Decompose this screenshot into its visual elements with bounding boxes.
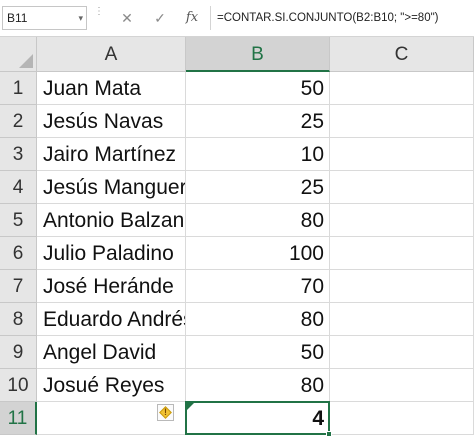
error-indicator-icon <box>187 403 194 410</box>
exclamation-icon: ! <box>164 407 167 417</box>
row-header-11[interactable]: 11 <box>0 402 37 435</box>
row-header-4[interactable]: 4 <box>0 171 37 204</box>
cell-c11[interactable] <box>330 402 474 435</box>
cell-a8[interactable]: Eduardo Andrés <box>37 303 186 336</box>
cell-a1[interactable]: Juan Mata <box>37 72 186 105</box>
select-all-icon <box>19 54 33 68</box>
row-header-6[interactable]: 6 <box>0 237 37 270</box>
formula-input[interactable]: =CONTAR.SI.CONJUNTO(B2:B10; ">=80") <box>210 6 474 30</box>
cell-c2[interactable] <box>330 105 474 138</box>
cell-b9[interactable]: 50 <box>186 336 330 369</box>
cell-c5[interactable] <box>330 204 474 237</box>
cell-a2[interactable]: Jesús Navas <box>37 105 186 138</box>
cell-b6[interactable]: 100 <box>186 237 330 270</box>
drag-handle-icon[interactable]: ⋮ <box>94 7 104 27</box>
row-header-3[interactable]: 3 <box>0 138 37 171</box>
warning-icon[interactable]: ! <box>157 404 174 421</box>
row-header-10[interactable]: 10 <box>0 369 37 402</box>
cell-a10[interactable]: Josué Reyes <box>37 369 186 402</box>
cell-c6[interactable] <box>330 237 474 270</box>
row-header-8[interactable]: 8 <box>0 303 37 336</box>
cell-b10[interactable]: 80 <box>186 369 330 402</box>
insert-function-icon[interactable]: fx <box>180 6 204 30</box>
cell-c9[interactable] <box>330 336 474 369</box>
formula-bar: B11 ▾ ⋮ ✕ ✓ fx =CONTAR.SI.CONJUNTO(B2:B1… <box>0 0 474 37</box>
cell-a3[interactable]: Jairo Martínez <box>37 138 186 171</box>
cell-b7[interactable]: 70 <box>186 270 330 303</box>
spreadsheet-grid: A B C 1 Juan Mata 50 2 Jesús Navas 25 3 Jairo Mart… <box>0 37 474 443</box>
cell-b1[interactable]: 50 <box>186 72 330 105</box>
column-header-b[interactable]: B <box>186 37 330 72</box>
cell-b4[interactable]: 25 <box>186 171 330 204</box>
cell-c10[interactable] <box>330 369 474 402</box>
fill-handle[interactable] <box>326 431 332 437</box>
cell-a9[interactable]: Angel David <box>37 336 186 369</box>
row-header-1[interactable]: 1 <box>0 72 37 105</box>
column-header-a[interactable]: A <box>37 37 186 72</box>
cell-c4[interactable] <box>330 171 474 204</box>
name-box-value: B11 <box>7 11 28 25</box>
row-header-5[interactable]: 5 <box>0 204 37 237</box>
cell-a5[interactable]: Antonio Balzano <box>37 204 186 237</box>
cell-c3[interactable] <box>330 138 474 171</box>
check-icon[interactable]: ✓ <box>148 6 172 30</box>
cell-b5[interactable]: 80 <box>186 204 330 237</box>
select-all-button[interactable] <box>0 37 37 72</box>
column-header-c[interactable]: C <box>330 37 474 72</box>
cell-a6[interactable]: Julio Paladino <box>37 237 186 270</box>
cell-b2[interactable]: 25 <box>186 105 330 138</box>
cell-b3[interactable]: 10 <box>186 138 330 171</box>
cell-a4[interactable]: Jesús Manguera <box>37 171 186 204</box>
chevron-down-icon[interactable]: ▾ <box>78 7 83 29</box>
row-header-2[interactable]: 2 <box>0 105 37 138</box>
row-header-9[interactable]: 9 <box>0 336 37 369</box>
cell-a7[interactable]: José Heránde <box>37 270 186 303</box>
name-box[interactable]: B11 ▾ <box>2 6 87 30</box>
cell-b11[interactable]: 4 <box>186 402 330 435</box>
cell-c1[interactable] <box>330 72 474 105</box>
row-header-7[interactable]: 7 <box>0 270 37 303</box>
cell-c7[interactable] <box>330 270 474 303</box>
cell-b8[interactable]: 80 <box>186 303 330 336</box>
cell-c8[interactable] <box>330 303 474 336</box>
cancel-icon[interactable]: ✕ <box>115 6 139 30</box>
